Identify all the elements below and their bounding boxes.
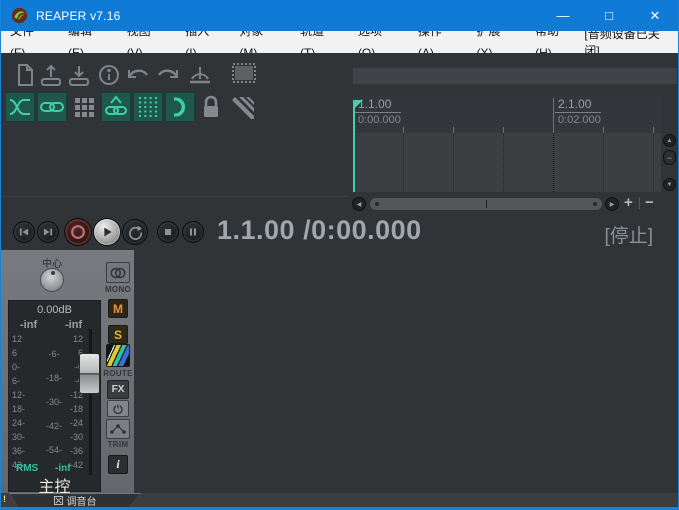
route-button[interactable] <box>106 344 130 367</box>
close-button[interactable]: ✕ <box>632 0 678 31</box>
minimize-button[interactable]: — <box>540 0 586 31</box>
titlebar: REAPER v7.16 — □ ✕ <box>1 0 678 31</box>
track-notes-button[interactable]: i <box>108 455 128 474</box>
scrollbar-center-mark <box>486 200 487 208</box>
mono-button[interactable] <box>106 262 130 283</box>
pause-button[interactable] <box>182 221 204 243</box>
metronome-button[interactable] <box>187 61 211 87</box>
docker-tab-label[interactable]: 调音台 <box>67 493 97 507</box>
main-area: 1.1.00 0:00.000 2.1.00 0:02.000 ▲ <box>1 53 678 507</box>
gridline <box>603 133 604 192</box>
link-items-toggle[interactable] <box>37 92 67 122</box>
knob-marker <box>51 271 55 275</box>
docker-alert: ! <box>3 494 6 504</box>
gridline <box>653 133 654 192</box>
go-to-end-button[interactable] <box>37 221 59 243</box>
reaper-logo-icon <box>11 7 28 24</box>
gridline <box>403 133 404 192</box>
volume-fader-handle[interactable] <box>79 353 100 394</box>
play-button[interactable] <box>93 218 121 246</box>
auto-crossfade-toggle[interactable] <box>5 92 35 122</box>
docker-tab-mixer[interactable]: 调音台 <box>9 493 141 507</box>
grid-lines-toggle[interactable] <box>133 92 163 122</box>
project-settings-button[interactable] <box>97 62 121 88</box>
undo-button[interactable] <box>125 62 149 88</box>
menubar: 文件(F) 编辑(E) 视图(V) 插入(I) 对象(M) 轨道(T) 选项(O… <box>1 31 678 53</box>
ripple-grid-toggle[interactable] <box>69 92 99 122</box>
fx-button[interactable]: FX <box>107 380 129 399</box>
repeat-button[interactable] <box>122 219 148 245</box>
divider <box>1 196 349 197</box>
master-mixer-strip: 中心 0.00dB -inf -inf 12 6 0- 6- 12- 18- 2… <box>1 250 134 493</box>
mute-button[interactable]: M <box>108 299 128 318</box>
track-header-strip <box>353 68 677 84</box>
scrollbar-dot <box>593 202 597 206</box>
snap-magnet-toggle[interactable] <box>165 92 195 122</box>
zoom-out-button[interactable]: − <box>645 194 654 211</box>
gridline-measure <box>553 133 554 192</box>
volume-value[interactable]: 0.00dB <box>9 304 100 316</box>
trim-automation-button[interactable] <box>106 419 130 439</box>
scroll-right-button[interactable]: ▶ <box>605 197 619 211</box>
stop-button[interactable] <box>157 221 179 243</box>
peak-readout-left[interactable]: -inf <box>20 319 37 331</box>
measure-line <box>553 98 554 133</box>
route-label: ROUTE <box>100 369 136 378</box>
gridline <box>503 133 504 192</box>
maximize-button[interactable]: □ <box>586 0 632 31</box>
close-box-icon[interactable] <box>54 496 63 505</box>
ruler-time-label: 0:02.000 <box>555 113 601 126</box>
scroll-up-button[interactable]: ▲ <box>663 134 676 147</box>
zoom-in-button[interactable]: + <box>624 194 633 211</box>
docker-bar: ! 调音台 <box>1 493 678 507</box>
group-items-toggle[interactable] <box>101 92 131 122</box>
fx-bypass-button[interactable] <box>107 400 129 417</box>
solo-button[interactable]: S <box>108 325 128 344</box>
ruler-time-label: 0:00.000 <box>355 113 401 126</box>
go-to-start-button[interactable] <box>13 221 35 243</box>
scroll-left-button[interactable]: ◀ <box>352 197 366 211</box>
volume-fader-track[interactable] <box>89 329 92 475</box>
horizontal-scrollbar[interactable] <box>370 198 602 210</box>
peak-readout-right[interactable]: -inf <box>65 319 82 331</box>
fader-center-line <box>80 373 99 375</box>
master-meter[interactable]: 0.00dB -inf -inf 12 6 0- 6- 12- 18- 24- … <box>8 300 101 492</box>
marquee-select-button[interactable] <box>231 62 255 88</box>
edit-cursor-flag <box>354 100 363 109</box>
arrange-view[interactable] <box>353 133 661 192</box>
open-project-button[interactable] <box>39 62 63 88</box>
edit-cursor[interactable] <box>353 100 355 192</box>
ruler-beat-label: 2.1.00 <box>555 97 601 113</box>
scroll-down-button[interactable]: ▼ <box>663 178 676 191</box>
divider <box>639 197 640 209</box>
save-project-button[interactable] <box>67 62 91 88</box>
pencil-icon[interactable] <box>229 94 253 120</box>
lock-toggle[interactable] <box>199 94 223 120</box>
redo-button[interactable] <box>155 62 179 88</box>
new-project-button[interactable] <box>13 62 37 88</box>
record-button[interactable] <box>64 218 92 246</box>
pan-knob[interactable] <box>40 268 64 292</box>
gridline <box>453 133 454 192</box>
mono-label: MONO <box>102 285 134 294</box>
trim-label: TRIM <box>102 440 134 449</box>
window-title: REAPER v7.16 <box>36 9 120 23</box>
playback-status: [停止] <box>604 221 653 248</box>
transport-time-display[interactable]: 1.1.00 /0:00.000 <box>217 215 422 246</box>
timeline-ruler[interactable]: 1.1.00 0:00.000 2.1.00 0:02.000 <box>353 96 661 133</box>
vertical-zoom-out-button[interactable]: − <box>663 150 676 165</box>
scrollbar-dot <box>375 202 379 206</box>
reaper-window: REAPER v7.16 — □ ✕ 文件(F) 编辑(E) 视图(V) 插入(… <box>0 0 679 510</box>
